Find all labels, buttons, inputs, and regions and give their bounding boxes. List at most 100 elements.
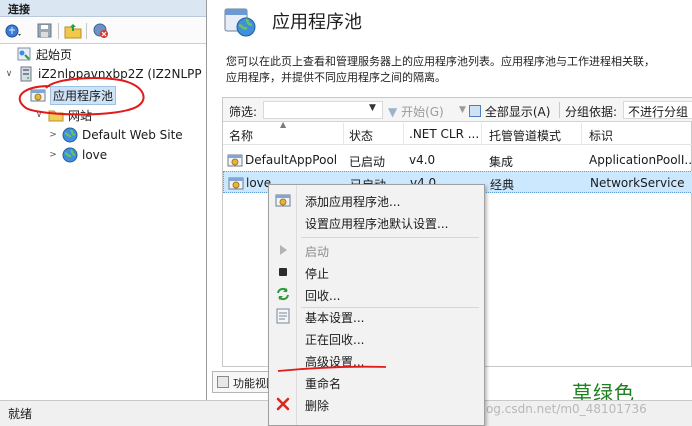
cell-name: DefaultAppPool — [245, 153, 338, 167]
show-all-button[interactable]: 全部显示(A) — [469, 103, 550, 120]
start-icon — [275, 242, 291, 258]
menu-item-advanced-settings[interactable]: 高级设置... — [269, 349, 484, 371]
filter-label: 筛选: — [229, 105, 258, 119]
start-dropdown-icon[interactable]: ▼ — [459, 105, 466, 115]
menu-item-partial[interactable]: ... — [269, 415, 484, 426]
cell-identity: NetworkService — [590, 176, 685, 190]
menu-separator — [301, 237, 479, 238]
toolbar-separator — [559, 102, 560, 118]
column-separator[interactable] — [481, 123, 482, 145]
menu-item-add-pool[interactable]: 添加应用程序池... — [269, 189, 484, 211]
cell-pipeline: 经典 — [490, 178, 515, 192]
column-separator[interactable] — [403, 123, 404, 145]
settings-page-icon — [275, 308, 291, 324]
tree-item-app-pools[interactable]: 应用程序池 — [30, 85, 117, 105]
menu-label: 添加应用程序池... — [305, 195, 401, 209]
funnel-icon: ▼ — [388, 105, 398, 119]
column-header-clr[interactable]: .NET CLR ... — [409, 127, 479, 141]
column-separator[interactable] — [343, 123, 344, 145]
menu-label: 回收... — [305, 289, 341, 303]
connections-header: 连接 — [0, 0, 206, 17]
tree-label: 起始页 — [36, 47, 73, 62]
group-by-select[interactable]: 不进行分组 — [623, 101, 692, 119]
filter-toolbar: 筛选: ▼ ▼ 开始(G) ▼ 全部显示(A) 分组依据: 不进行分组 — [223, 98, 692, 122]
server-icon — [18, 66, 34, 82]
tree-label: iZ2nlppavnxbp2Z (IZ2NLPP — [38, 67, 202, 81]
menu-item-basic-settings[interactable]: 基本设置... — [269, 305, 484, 327]
start-filter-button[interactable]: ▼ 开始(G) — [388, 103, 444, 120]
page-description: 您可以在此页上查看和管理服务器上的应用程序池列表。应用程序池与工作进程相关联， … — [226, 54, 692, 86]
expand-arrow-icon[interactable]: > — [48, 150, 58, 160]
delete-icon — [275, 396, 291, 412]
page-title: 应用程序池 — [272, 12, 362, 33]
collapse-arrow-icon[interactable]: ∨ — [34, 110, 44, 120]
globe-icon — [62, 127, 78, 143]
collapse-arrow-icon[interactable]: ∨ — [4, 69, 14, 79]
app-pool-icon — [30, 87, 46, 103]
table-row[interactable]: DefaultAppPool 已启动 v4.0 集成 ApplicationPo… — [223, 149, 692, 171]
tree-label: Default Web Site — [82, 128, 183, 142]
menu-label: 重命名 — [305, 377, 342, 391]
features-view-icon — [217, 376, 229, 388]
menu-item-recycle[interactable]: 回收... — [269, 283, 484, 305]
horizontal-scrollbar[interactable] — [0, 364, 206, 399]
tree-item-site[interactable]: > Default Web Site — [48, 126, 183, 144]
menu-item-remove[interactable]: 删除 — [269, 393, 484, 415]
menu-label: 基本设置... — [305, 311, 365, 325]
app-pools-header-icon — [222, 5, 258, 39]
connect-icon[interactable] — [4, 22, 22, 40]
column-header-pipeline[interactable]: 托管管道模式 — [489, 127, 561, 144]
menu-item-set-defaults[interactable]: 设置应用程序池默认设置... — [269, 211, 484, 233]
column-header-identity[interactable]: 标识 — [589, 127, 613, 144]
column-headers: 名称 ▲ 状态 .NET CLR ... 托管管道模式 标识 — [223, 120, 692, 145]
tree-item-server[interactable]: ∨ iZ2nlppavnxbp2Z (IZ2NLPP — [4, 65, 202, 83]
context-menu: 添加应用程序池... 设置应用程序池默认设置... 启动 停止 回收... 基本… — [268, 184, 485, 426]
tree-label: 网站 — [68, 108, 93, 123]
start-page-icon — [16, 46, 32, 62]
cell-pipeline: 集成 — [489, 155, 514, 169]
menu-label: ... — [305, 419, 317, 426]
show-all-label: 全部显示(A) — [484, 105, 551, 119]
menu-item-stop[interactable]: 停止 — [269, 261, 484, 283]
tree-label: love — [82, 148, 108, 162]
start-filter-label: 开始(G) — [401, 105, 444, 119]
tree-item-site[interactable]: > love — [48, 146, 107, 164]
menu-item-recycling[interactable]: 正在回收... — [269, 327, 484, 349]
column-separator[interactable] — [581, 123, 582, 145]
connections-toolbar — [0, 18, 206, 44]
menu-item-start[interactable]: 启动 — [269, 239, 484, 261]
disconnect-icon[interactable] — [92, 22, 110, 40]
tree-item-start-page[interactable]: 起始页 — [16, 45, 72, 63]
save-icon[interactable] — [36, 22, 54, 40]
column-header-name[interactable]: 名称 — [229, 127, 253, 144]
add-app-pool-icon — [275, 192, 291, 208]
recycle-icon — [275, 286, 291, 302]
toolbar-separator — [58, 23, 59, 39]
cell-identity: ApplicationPoolI... — [589, 153, 692, 167]
menu-label: 删除 — [305, 399, 330, 413]
globe-icon — [62, 147, 78, 163]
sort-ascending-icon: ▲ — [280, 120, 287, 129]
page-header: 应用程序池 — [208, 0, 692, 46]
tree-label: 应用程序池 — [50, 85, 117, 105]
toolbar-separator — [86, 23, 87, 39]
description-line: 您可以在此页上查看和管理服务器上的应用程序池列表。应用程序池与工作进程相关联， — [226, 55, 655, 68]
group-by-label: 分组依据: — [565, 105, 618, 119]
connections-pane: 连接 起始页 ∨ iZ2nlppavnxbp2Z (IZ2NLPP 应用程序池 … — [0, 0, 207, 400]
description-line: 应用程序，并提供不同应用程序之间的隔离。 — [226, 71, 446, 84]
connections-tree: 起始页 ∨ iZ2nlppavnxbp2Z (IZ2NLPP 应用程序池 ∨ 网… — [0, 44, 206, 364]
cell-clr: v4.0 — [409, 153, 436, 167]
menu-label: 高级设置... — [305, 355, 365, 369]
filter-dropdown-icon[interactable]: ▼ — [369, 103, 376, 113]
sites-folder-icon — [48, 107, 64, 123]
menu-label: 启动 — [305, 245, 330, 259]
status-text: 就绪 — [8, 407, 33, 421]
stop-icon — [275, 264, 291, 280]
menu-item-rename[interactable]: 重命名 — [269, 371, 484, 393]
expand-arrow-icon[interactable]: > — [48, 130, 58, 140]
open-folder-icon[interactable] — [64, 22, 82, 40]
tree-item-sites[interactable]: ∨ 网站 — [34, 106, 92, 124]
menu-label: 停止 — [305, 267, 330, 281]
filter-input[interactable] — [263, 101, 383, 119]
column-header-status[interactable]: 状态 — [349, 127, 373, 144]
